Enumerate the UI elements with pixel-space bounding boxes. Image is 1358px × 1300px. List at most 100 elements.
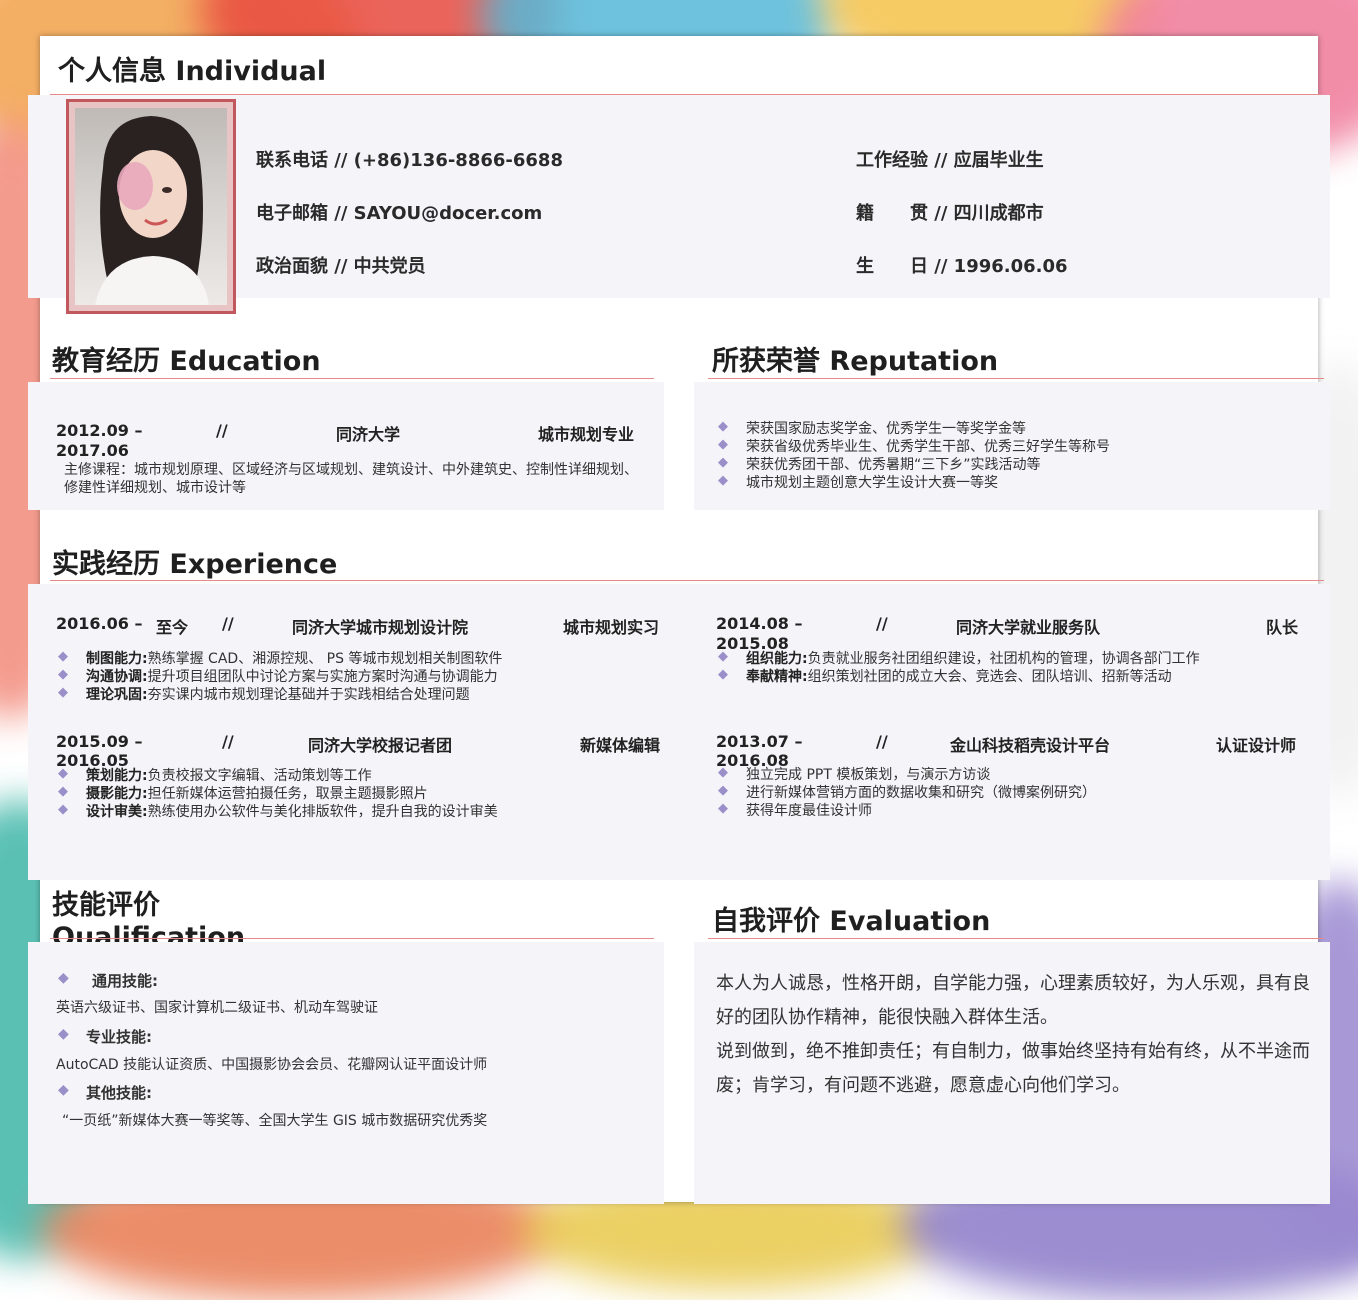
divider (50, 580, 1324, 581)
point-text: 熟练使用办公软件与美化排版软件，提升自我的设计审美 (147, 804, 498, 820)
political-status: 政治面貌 // 中共党员 (256, 256, 426, 277)
qualification-label: 专业技能: (86, 1028, 152, 1046)
divider (50, 378, 654, 379)
section-title-experience: 实践经历 Experience (52, 549, 338, 580)
point-text: 负责校报文字编辑、活动策划等工作 (147, 768, 372, 784)
portrait-image (95, 116, 209, 305)
separator: // (222, 732, 234, 751)
diamond-bullet-icon: ◆ (718, 801, 728, 816)
point-text: 组织策划社团的成立大会、竞选会、团队培训、招新等活动 (807, 669, 1172, 685)
diamond-bullet-icon: ◆ (58, 649, 68, 664)
separator: // (876, 732, 888, 751)
list-item: 制图能力:熟练掌握 CAD、湘源控规、 PS 等城市规划相关制图软件 (86, 650, 502, 668)
point-text: 担任新媒体运营拍摄任务，取景主题摄影照片 (147, 786, 428, 802)
section-title-education: 教育经历 Education (52, 346, 321, 377)
separator: // (216, 421, 228, 440)
diamond-bullet-icon: ◆ (718, 437, 728, 452)
education-major: 城市规划专业 (538, 425, 635, 444)
point-label: 策划能力: (86, 768, 148, 784)
qualification-text: 英语六级证书、国家计算机二级证书、机动车驾驶证 (56, 1000, 378, 1016)
list-item: 获得年度最佳设计师 (746, 803, 872, 819)
education-date-start: 2012.09 – (56, 421, 143, 440)
divider (50, 938, 654, 939)
experience-org: 同济大学校报记者团 (308, 736, 453, 755)
list-item: 城市规划主题创意大学生设计大赛一等奖 (746, 475, 998, 491)
diamond-bullet-icon: ◆ (718, 667, 728, 682)
experience-role: 认证设计师 (1216, 736, 1297, 755)
diamond-bullet-icon: ◆ (718, 649, 728, 664)
point-text: 提升项目组团队中讨论方案与实施方案时沟通与协调能力 (147, 669, 498, 685)
education-school: 同济大学 (336, 425, 401, 444)
experience-date-start: 2014.08 – (716, 614, 803, 633)
list-item: 进行新媒体营销方面的数据收集和研究（微博案例研究） (746, 785, 1096, 801)
separator: // (222, 614, 234, 633)
contact-phone: 联系电话 // (+86)136-8866-6688 (256, 150, 563, 171)
qualification-text: AutoCAD 技能认证资质、中国摄影协会会员、花瓣网认证平面设计师 (56, 1057, 488, 1073)
point-text: 夯实课内城市规划理论基础并于实践相结合处理问题 (147, 687, 470, 703)
education-courses: 主修课程：城市规划原理、区域经济与区域规划、建筑设计、中外建筑史、控制性详细规划… (64, 462, 638, 496)
experience-date-end: 至今 (156, 618, 189, 637)
separator: // (876, 614, 888, 633)
diamond-bullet-icon: ◆ (58, 1082, 69, 1098)
experience-role: 队长 (1266, 618, 1299, 637)
list-item: 荣获优秀团干部、优秀暑期“三下乡”实践活动等 (746, 457, 1041, 473)
list-item: 荣获国家励志奖学金、优秀学生一等奖学金等 (746, 421, 1026, 437)
diamond-bullet-icon: ◆ (58, 802, 68, 817)
diamond-bullet-icon: ◆ (58, 970, 69, 986)
qualification-label: 通用技能: (92, 972, 158, 990)
list-item: 独立完成 PPT 模板策划，与演示方访谈 (746, 767, 991, 783)
list-item: 沟通协调:提升项目组团队中讨论方案与实施方案时沟通与协调能力 (86, 668, 498, 686)
diamond-bullet-icon: ◆ (58, 685, 68, 700)
list-item: 策划能力:负责校报文字编辑、活动策划等工作 (86, 767, 372, 785)
point-text: 负责就业服务社团组织建设，社团机构的管理，协调各部门工作 (807, 651, 1200, 667)
experience-date-start: 2013.07 – (716, 732, 803, 751)
point-label: 制图能力: (86, 651, 148, 667)
qualification-label: 其他技能: (86, 1084, 152, 1102)
point-text: 熟练掌握 CAD、湘源控规、 PS 等城市规划相关制图软件 (147, 651, 503, 667)
experience-role: 新媒体编辑 (580, 736, 661, 755)
experience-org: 同济大学就业服务队 (956, 618, 1101, 637)
diamond-bullet-icon: ◆ (58, 766, 68, 781)
diamond-bullet-icon: ◆ (718, 765, 728, 780)
experience-date-start: 2015.09 – (56, 732, 143, 751)
list-item: 理论巩固:夯实课内城市规划理论基础并于实践相结合处理问题 (86, 686, 470, 704)
list-item: 奉献精神:组织策划社团的成立大会、竞选会、团队培训、招新等活动 (746, 668, 1172, 686)
experience-org: 金山科技稻壳设计平台 (950, 736, 1111, 755)
experience-org: 同济大学城市规划设计院 (292, 618, 469, 637)
qualification-title-cn: 技能评价 (52, 890, 160, 921)
hometown: 籍 贯 // 四川成都市 (856, 203, 1044, 224)
point-label: 沟通协调: (86, 669, 148, 685)
point-label: 设计审美: (86, 804, 148, 820)
section-title-evaluation: 自我评价 Evaluation (712, 906, 991, 937)
point-label: 组织能力: (746, 651, 808, 667)
qualification-text: “一页纸”新媒体大赛一等奖等、全国大学生 GIS 城市数据研究优秀奖 (62, 1113, 488, 1129)
evaluation-paragraph: 本人为人诚恳，性格开朗，自学能力强，心理素质较好，为人乐观，具有良好的团队协作精… (716, 973, 1310, 1028)
section-title-reputation: 所获荣誉 Reputation (712, 346, 999, 377)
point-label: 摄影能力: (86, 786, 148, 802)
section-title-personal: 个人信息 Individual (58, 56, 327, 87)
diamond-bullet-icon: ◆ (718, 419, 728, 434)
education-date-end: 2017.06 (56, 441, 129, 460)
diamond-bullet-icon: ◆ (58, 784, 68, 799)
profile-photo (66, 99, 236, 314)
point-label: 理论巩固: (86, 687, 148, 703)
diamond-bullet-icon: ◆ (718, 455, 728, 470)
list-item: 摄影能力:担任新媒体运营拍摄任务，取景主题摄影照片 (86, 785, 428, 803)
evaluation-paragraph: 说到做到，绝不推卸责任；有自制力，做事始终坚持有始有终，从不半途而废；肯学习，有… (716, 1041, 1310, 1096)
diamond-bullet-icon: ◆ (718, 783, 728, 798)
divider (708, 938, 1324, 939)
work-experience: 工作经验 // 应届毕业生 (856, 150, 1044, 171)
birthday: 生 日 // 1996.06.06 (856, 256, 1068, 277)
divider (708, 378, 1324, 379)
experience-role: 城市规划实习 (563, 618, 660, 637)
divider (50, 94, 1322, 95)
list-item: 荣获省级优秀毕业生、优秀学生干部、优秀三好学生等称号 (746, 439, 1110, 455)
diamond-bullet-icon: ◆ (58, 667, 68, 682)
list-item: 设计审美:熟练使用办公软件与美化排版软件，提升自我的设计审美 (86, 803, 498, 821)
experience-date-start: 2016.06 – (56, 614, 143, 633)
diamond-bullet-icon: ◆ (58, 1026, 69, 1042)
contact-email: 电子邮箱 // SAYOU@docer.com (256, 203, 543, 224)
diamond-bullet-icon: ◆ (718, 473, 728, 488)
point-label: 奉献精神: (746, 669, 808, 685)
list-item: 组织能力:负责就业服务社团组织建设，社团机构的管理，协调各部门工作 (746, 650, 1200, 668)
